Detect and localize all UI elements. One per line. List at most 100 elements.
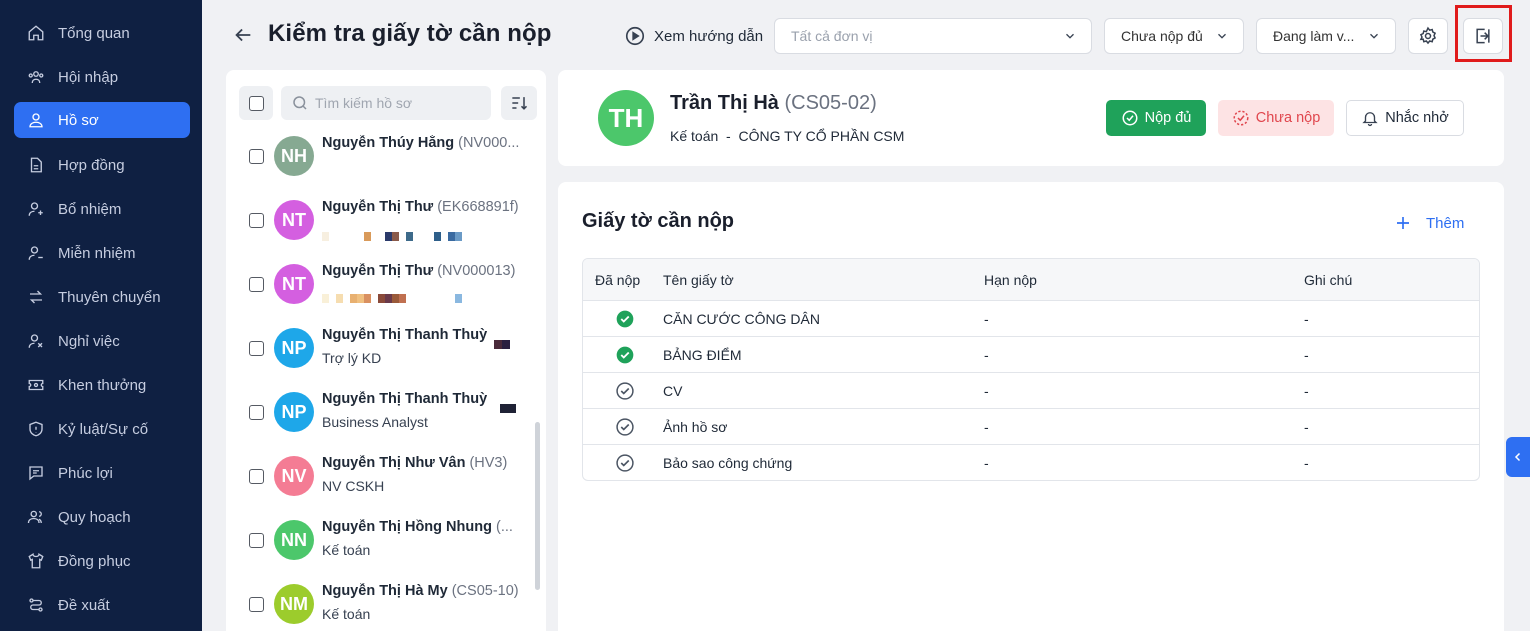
list-item[interactable]: NT Nguyễn Thị Thư (NV000013) bbox=[226, 254, 546, 314]
plus-icon bbox=[1394, 214, 1412, 232]
sort-icon bbox=[509, 93, 529, 113]
search-input[interactable]: Tìm kiếm hồ sơ bbox=[281, 86, 491, 120]
avatar: NT bbox=[274, 264, 314, 304]
table-row[interactable]: BẢNG ĐIỂM - - bbox=[583, 337, 1479, 373]
sidebar-item-label: Thuyên chuyển bbox=[58, 288, 161, 306]
checkbox[interactable] bbox=[249, 213, 264, 228]
table-row[interactable]: Ảnh hồ sơ - - bbox=[583, 409, 1479, 445]
collapse-panel-button[interactable] bbox=[1506, 437, 1530, 477]
home-icon bbox=[26, 23, 46, 43]
list-item[interactable]: NH Nguyễn Thúy Hằng (NV000... bbox=[226, 126, 546, 186]
work-status-select[interactable]: Đang làm v... bbox=[1256, 18, 1396, 54]
document-note: - bbox=[1304, 347, 1309, 363]
sidebar-item-label: Miễn nhiệm bbox=[58, 244, 136, 262]
status-filter-select[interactable]: Chưa nộp đủ bbox=[1104, 18, 1244, 54]
checkbox[interactable] bbox=[249, 277, 264, 292]
list-item[interactable]: NP Nguyễn Thị Thanh Thuỳ Business Analys… bbox=[226, 382, 546, 442]
employee-code: (NV000... bbox=[458, 135, 520, 151]
column-header: Hạn nộp bbox=[984, 272, 1037, 288]
status-filter-value: Chưa nộp đủ bbox=[1121, 28, 1203, 44]
employee-code: (CS05-10) bbox=[451, 583, 519, 599]
document-name: CV bbox=[663, 383, 683, 399]
chevron-down-icon bbox=[1063, 29, 1077, 43]
redacted-text bbox=[322, 232, 462, 242]
sidebar-item-label: Khen thưởng bbox=[58, 376, 147, 394]
sidebar-item-quy-hoach[interactable]: Quy hoạch bbox=[14, 499, 190, 535]
employee-code: (... bbox=[495, 519, 513, 535]
document-note: - bbox=[1304, 455, 1309, 471]
sidebar-item-khen-thuong[interactable]: Khen thưởng bbox=[14, 367, 190, 403]
sidebar-item-bo-nhiem[interactable]: Bổ nhiệm bbox=[14, 191, 190, 227]
avatar: TH bbox=[598, 90, 654, 146]
employee-name-text: Nguyễn Thị Như Vân bbox=[322, 455, 466, 471]
sidebar-item-hop-dong[interactable]: Hợp đồng bbox=[14, 147, 190, 183]
sidebar-item-tong-quan[interactable]: Tổng quan bbox=[14, 15, 190, 51]
sidebar-item-label: Hồ sơ bbox=[58, 111, 99, 129]
dashed-check-circle-icon bbox=[1232, 109, 1250, 127]
avatar: NV bbox=[274, 456, 314, 496]
employee-code: (EK668891f) bbox=[437, 199, 519, 215]
document-name: Ảnh hồ sơ bbox=[663, 419, 728, 435]
message-icon bbox=[26, 463, 46, 483]
chevron-down-icon bbox=[1215, 29, 1229, 43]
checkbox[interactable] bbox=[249, 597, 264, 612]
sidebar-item-thuyen-chuyen[interactable]: Thuyên chuyển bbox=[14, 279, 190, 315]
user-icon bbox=[26, 110, 46, 130]
sidebar-item-label: Bổ nhiệm bbox=[58, 200, 122, 218]
unsubmitted-check-icon[interactable] bbox=[615, 381, 635, 401]
sidebar-item-mien-nhiem[interactable]: Miễn nhiệm bbox=[14, 235, 190, 271]
mark-not-submitted-button[interactable]: Chưa nộp bbox=[1218, 100, 1334, 136]
checkbox[interactable] bbox=[249, 149, 264, 164]
table-row[interactable]: CV - - bbox=[583, 373, 1479, 409]
list-item[interactable]: NT Nguyễn Thị Thư (EK668891f) bbox=[226, 190, 546, 250]
checkbox[interactable] bbox=[249, 533, 264, 548]
guide-button[interactable]: Xem hướng dẫn bbox=[624, 24, 763, 48]
unsubmitted-check-icon[interactable] bbox=[615, 453, 635, 473]
unit-select[interactable]: Tất cả đơn vị bbox=[774, 18, 1092, 54]
settings-button[interactable] bbox=[1408, 18, 1448, 54]
sort-button[interactable] bbox=[501, 86, 537, 120]
sidebar-item-label: Phúc lợi bbox=[58, 464, 113, 482]
table-row[interactable]: CĂN CƯỚC CÔNG DÂN - - bbox=[583, 301, 1479, 337]
export-button[interactable] bbox=[1463, 18, 1503, 54]
employee-name: Nguyễn Thúy Hằng (NV000... bbox=[322, 135, 519, 151]
sidebar-item-label: Hội nhập bbox=[58, 68, 119, 86]
user-x-icon bbox=[26, 331, 46, 351]
redacted-text bbox=[494, 340, 510, 350]
profile-name: Trần Thị Hà (CS05-02) bbox=[670, 92, 877, 115]
ticket-icon bbox=[26, 375, 46, 395]
checkbox[interactable] bbox=[249, 469, 264, 484]
sidebar-item-ky-luat[interactable]: Kỷ luật/Sự cố bbox=[14, 411, 190, 447]
list-item[interactable]: NV Nguyễn Thị Như Vân (HV3) NV CSKH bbox=[226, 446, 546, 506]
employee-list-panel: Tìm kiếm hồ sơ NH Nguyễn Thúy Hằng (NV00… bbox=[226, 70, 546, 631]
scrollbar-thumb[interactable] bbox=[535, 422, 540, 590]
mark-full-button[interactable]: Nộp đủ bbox=[1106, 100, 1206, 136]
search-placeholder: Tìm kiếm hồ sơ bbox=[315, 95, 413, 111]
sidebar: Tổng quan Hội nhập Hồ sơ Hợp đồng Bổ nhi… bbox=[0, 0, 202, 631]
sidebar-item-dong-phuc[interactable]: Đồng phục bbox=[14, 543, 190, 579]
list-item[interactable]: NM Nguyễn Thị Hà My (CS05-10) Kế toán bbox=[226, 574, 546, 631]
table-row[interactable]: Bảo sao công chứng - - bbox=[583, 445, 1479, 480]
checkbox[interactable] bbox=[248, 95, 264, 111]
sidebar-item-phuc-loi[interactable]: Phúc lợi bbox=[14, 455, 190, 491]
checkbox[interactable] bbox=[249, 405, 264, 420]
mark-full-label: Nộp đủ bbox=[1144, 110, 1192, 126]
unsubmitted-check-icon[interactable] bbox=[615, 417, 635, 437]
document-icon bbox=[26, 155, 46, 175]
sidebar-item-nghi-viec[interactable]: Nghỉ việc bbox=[14, 323, 190, 359]
checkbox[interactable] bbox=[249, 341, 264, 356]
select-all-checkbox[interactable] bbox=[239, 86, 273, 120]
document-name: CĂN CƯỚC CÔNG DÂN bbox=[663, 311, 820, 327]
sidebar-item-ho-so[interactable]: Hồ sơ bbox=[14, 102, 190, 138]
remind-button[interactable]: Nhắc nhở bbox=[1346, 100, 1464, 136]
employee-position: Business Analyst bbox=[322, 414, 428, 430]
redacted-text bbox=[500, 404, 516, 414]
sidebar-item-hoi-nhap[interactable]: Hội nhập bbox=[14, 59, 190, 95]
list-item[interactable]: NP Nguyễn Thị Thanh Thuỳ Trợ lý KD bbox=[226, 318, 546, 378]
submitted-check-icon[interactable] bbox=[615, 309, 635, 329]
add-document-button[interactable]: Thêm bbox=[1394, 214, 1464, 232]
back-arrow-icon[interactable] bbox=[232, 24, 254, 46]
submitted-check-icon[interactable] bbox=[615, 345, 635, 365]
list-item[interactable]: NN Nguyễn Thị Hồng Nhung (... Kế toán bbox=[226, 510, 546, 570]
sidebar-item-de-xuat[interactable]: Đề xuất bbox=[14, 587, 190, 623]
